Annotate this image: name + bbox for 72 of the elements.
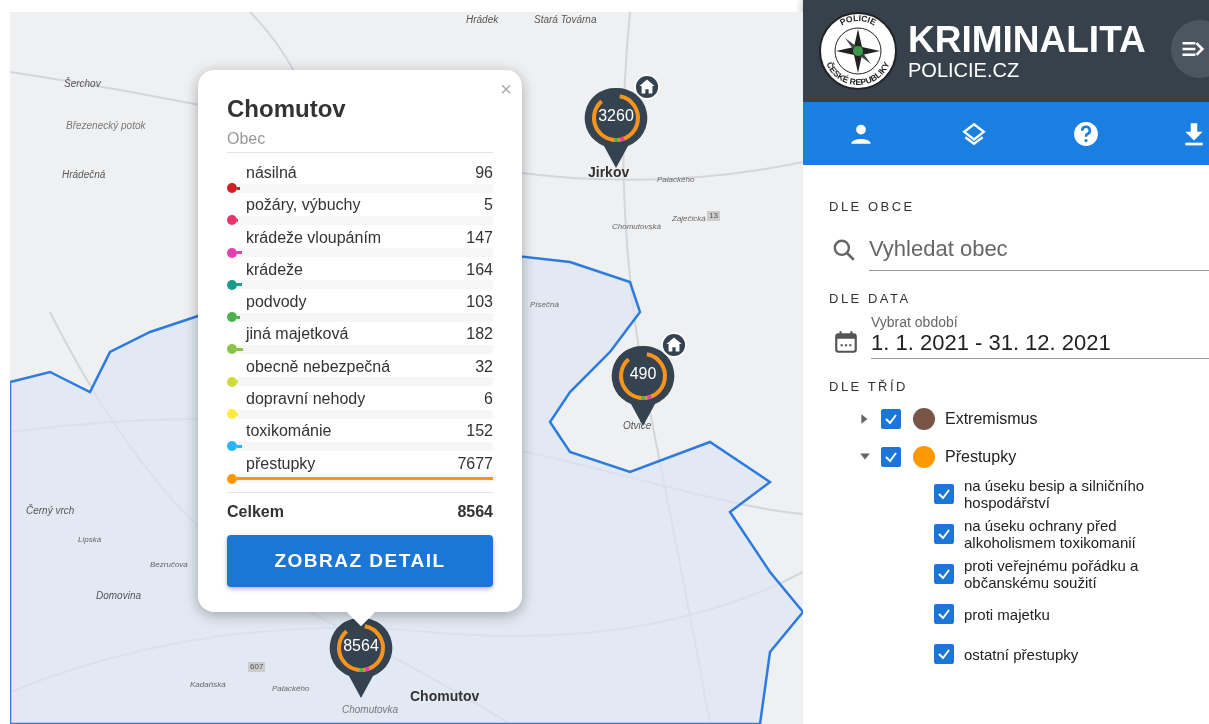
category-count: 152	[466, 421, 493, 442]
layers-icon	[960, 120, 987, 147]
category-label: podvody	[246, 292, 307, 313]
map-label: Palackého	[657, 175, 695, 185]
map-label: Černý vrch	[26, 505, 75, 517]
section-heading: DLE OBCE	[829, 199, 916, 214]
total-value: 8564	[457, 502, 493, 521]
category-count: 6	[484, 389, 493, 410]
detail-button[interactable]: ZOBRAZ DETAIL	[227, 534, 493, 587]
category-count: 32	[475, 356, 493, 377]
category-label: krádeže	[246, 259, 303, 280]
map-label: Zaječická	[672, 214, 706, 224]
map-label: Šerchov	[64, 78, 101, 90]
map-label: Chomutov	[410, 688, 480, 704]
marker-count: 8564	[342, 637, 380, 655]
category-label: toxikománie	[246, 421, 332, 442]
checkbox[interactable]	[934, 524, 954, 544]
category-count: 5	[484, 195, 493, 216]
subcategory-label: ostatní přestupky	[964, 645, 1079, 663]
popup-title: Chomutov	[227, 94, 347, 124]
checkbox[interactable]	[934, 564, 954, 584]
map-label: Písečná	[530, 300, 559, 310]
category-count: 164	[466, 259, 493, 280]
map-label: Hrádečná	[62, 169, 106, 181]
checkbox[interactable]	[934, 604, 954, 624]
map-label: Palackého	[272, 684, 310, 694]
map-label: Chomutovská	[612, 222, 661, 232]
category-label: Přestupky	[945, 448, 1017, 466]
category-count: 7677	[457, 453, 493, 474]
site-name: POLICIE.CZ	[908, 59, 1021, 81]
map-label: 13	[707, 211, 720, 221]
category-label: přestupky	[246, 453, 316, 474]
category-count: 96	[475, 163, 493, 183]
map-label: Kadaňská	[190, 680, 226, 690]
popup-subtitle: Obec	[227, 124, 493, 153]
category-label: požáry, výbuchy	[246, 195, 361, 216]
checkbox[interactable]	[881, 447, 901, 467]
map-label: Stará Továrna	[534, 14, 597, 26]
category-count: 182	[466, 324, 493, 345]
category-label: Extremismus	[945, 410, 1038, 428]
subcategory-label: na úseku besip a silničního hospodářství	[964, 477, 1146, 511]
marker-count: 490	[628, 365, 658, 383]
category-label: násilná	[246, 163, 297, 183]
map-label: Lipská	[78, 535, 102, 545]
map-label: 607	[248, 662, 266, 672]
brand-title: KRIMINALITA	[908, 21, 1146, 59]
map-label: Domovina	[96, 590, 142, 602]
date-range-field[interactable]: Vybrat období 1. 1. 2021 - 31. 12. 2021	[871, 314, 1209, 359]
section-heading: DLE DATA	[829, 291, 912, 306]
map-label: Chomutovka	[342, 704, 399, 716]
map-label: Březenecký potok	[66, 120, 146, 132]
category-count: 147	[466, 227, 493, 248]
checkbox[interactable]	[934, 484, 954, 504]
calendar-icon	[833, 329, 859, 355]
subcategory-label: proti veřejnému pořádku a občanskému soužití	[964, 557, 1140, 591]
category-label: jiná majetková	[246, 324, 349, 345]
category-count: 103	[466, 292, 493, 313]
category-label: obecně nebezpečná	[246, 356, 391, 377]
badge-text: POLICIE	[838, 12, 878, 28]
total-label: Celkem	[227, 502, 284, 521]
help-icon	[1073, 120, 1100, 147]
map-label: Hrádek	[466, 14, 499, 26]
search-field[interactable]: Vyhledat obec	[869, 228, 1209, 271]
subcategory-label: na úseku ochrany před alkoholismem toxikomanií	[964, 517, 1137, 551]
section-heading: DLE TŘÍD	[829, 379, 909, 394]
checkbox[interactable]	[934, 644, 954, 664]
category-label: dopravní nehody	[246, 389, 366, 410]
subcategory-label: proti majetku	[964, 605, 1050, 623]
checkbox[interactable]	[881, 409, 901, 429]
category-label: krádeže vloupáním	[246, 227, 382, 248]
map-label: Bezručova	[150, 560, 188, 570]
marker-count: 3260	[597, 107, 635, 125]
